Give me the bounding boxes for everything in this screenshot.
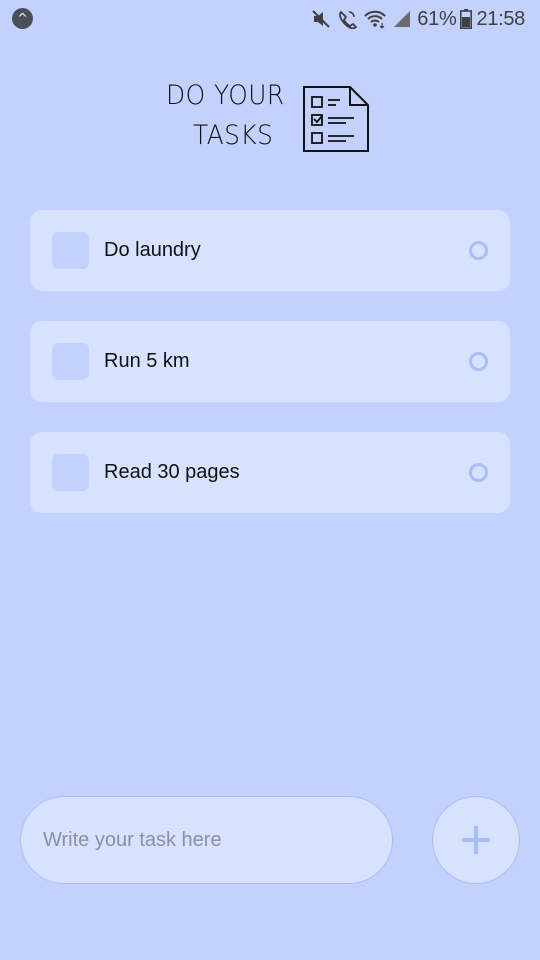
task-checkbox[interactable] [52,232,89,269]
task-item[interactable]: Read 30 pages [30,432,510,513]
task-item[interactable]: Run 5 km [30,321,510,402]
add-task-button[interactable] [432,796,520,884]
status-icons: 61% 21:58 [311,7,525,31]
battery-icon [460,9,473,29]
checklist-icon [302,85,370,158]
task-label: Read 30 pages [104,461,240,483]
call-icon [337,9,358,29]
task-label: Run 5 km [104,350,190,372]
task-status-circle-icon[interactable] [469,352,488,371]
app-notification-icon: ^ [12,8,33,29]
task-status-circle-icon[interactable] [469,241,488,260]
signal-icon [393,10,411,28]
status-bar: ^ 61% 21:58 [0,0,540,38]
app-header: DO YOUR TASKS [166,80,376,160]
task-input[interactable] [20,796,393,884]
wifi-icon [363,9,387,29]
task-item[interactable]: Do laundry [30,210,510,291]
mute-icon [311,9,331,29]
task-checkbox[interactable] [52,343,89,380]
task-list: Do laundry Run 5 km Read 30 pages [30,210,510,543]
battery-percent: 61% [417,7,457,30]
plus-icon [433,823,519,857]
task-checkbox[interactable] [52,454,89,491]
task-status-circle-icon[interactable] [469,463,488,482]
app-title-line2: TASKS [193,120,274,151]
task-label: Do laundry [104,239,201,261]
clock: 21:58 [476,7,525,30]
app-title-line1: DO YOUR [166,80,285,111]
